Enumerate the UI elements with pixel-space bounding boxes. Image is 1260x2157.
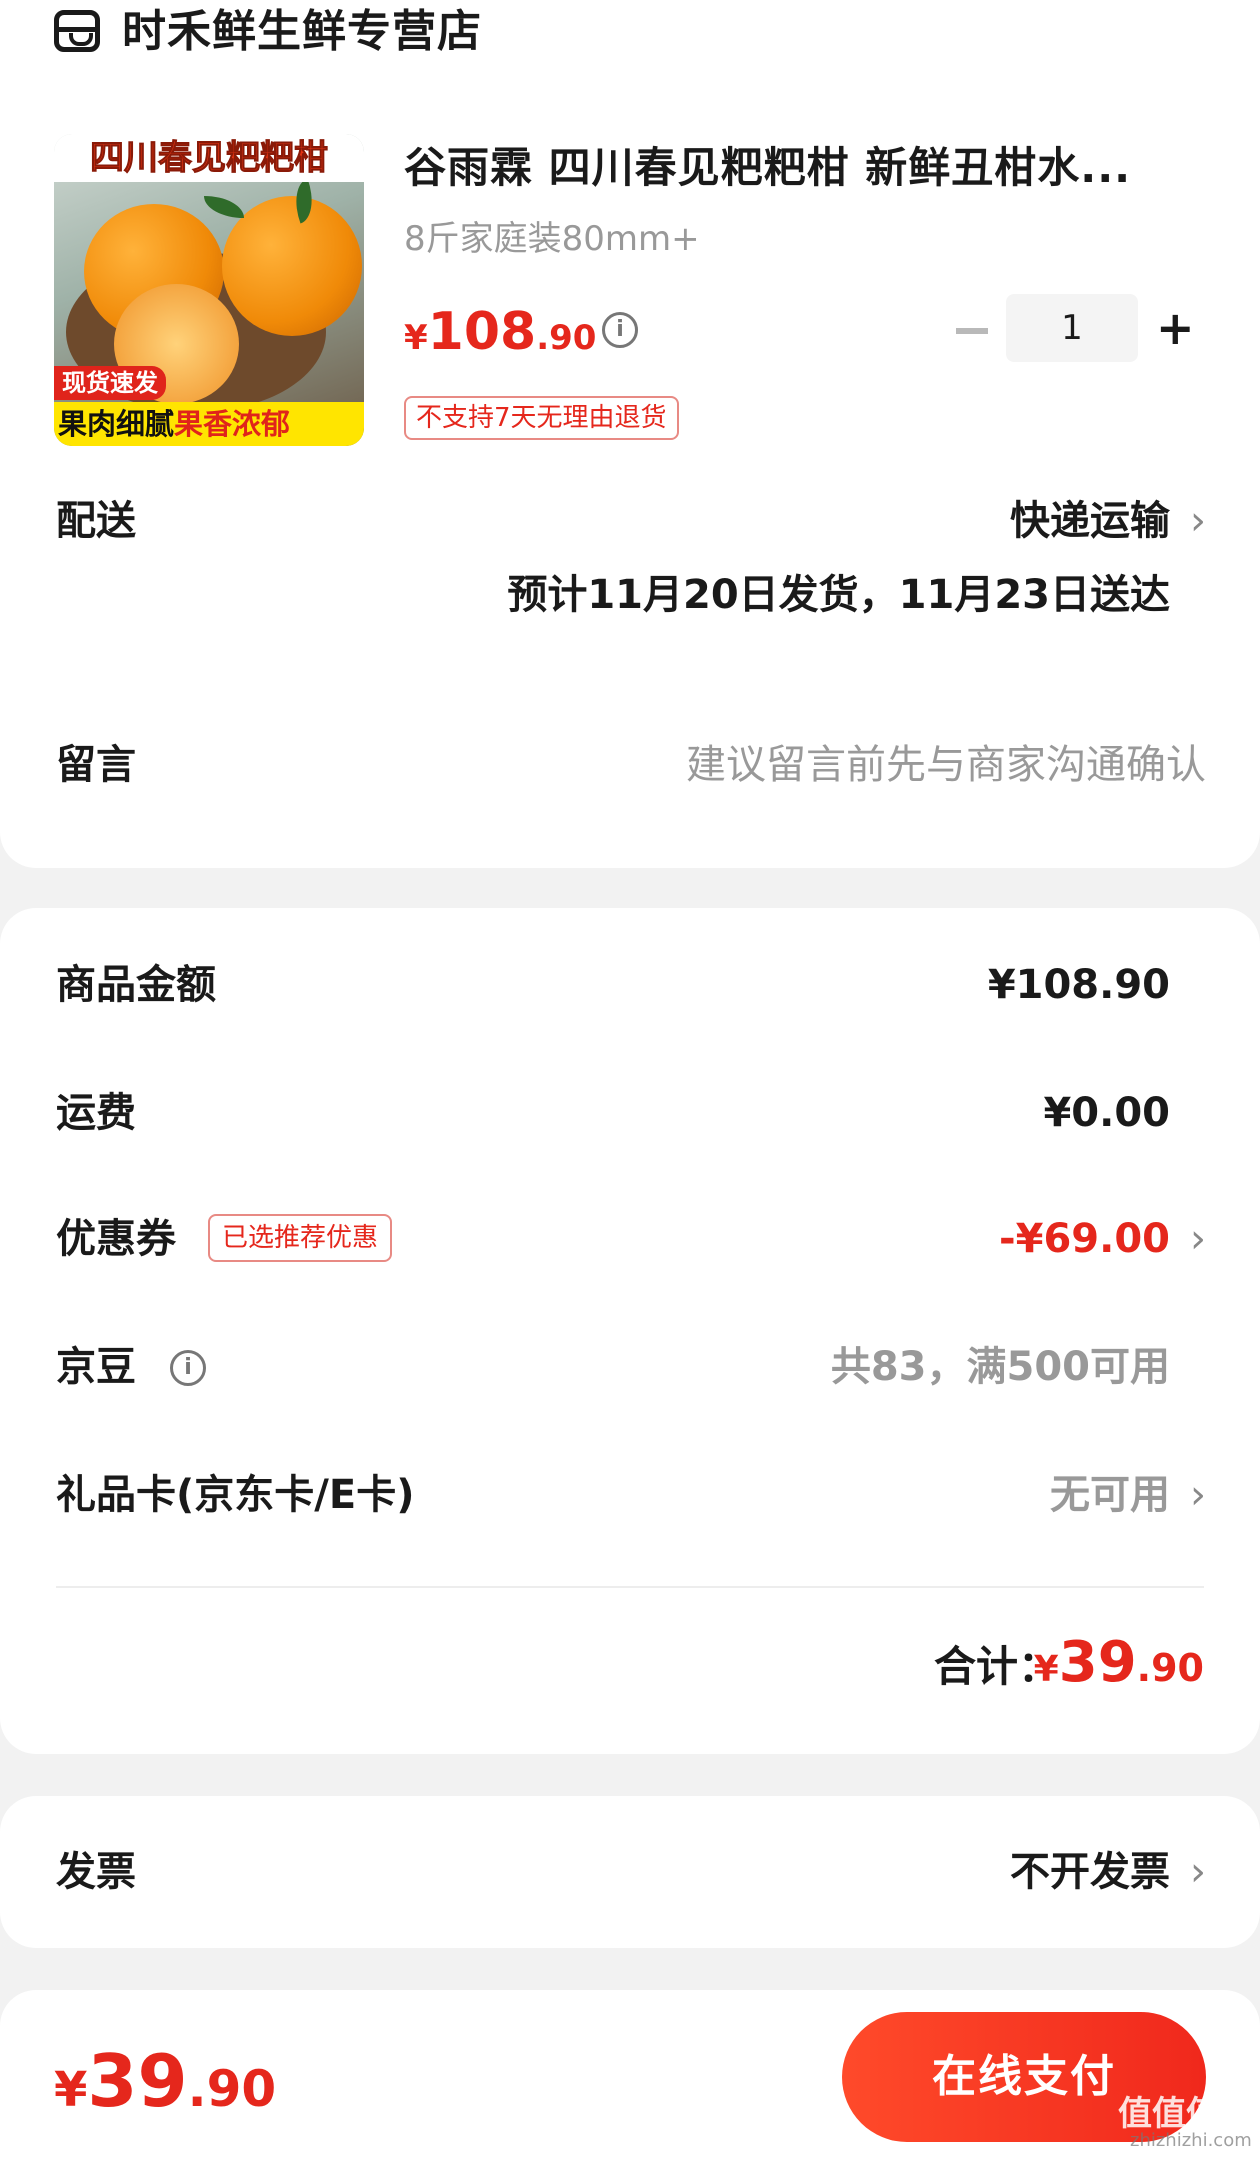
- store-order-card: 时禾鲜生鲜专营店 四川春见粑粑柑 现货速发 果肉细腻果香浓郁 谷雨霖 四川春见粑…: [0, 0, 1260, 868]
- invoice-label: 发票: [56, 1849, 136, 1895]
- total-decimal: .90: [1136, 1646, 1204, 1690]
- chevron-right-icon[interactable]: ›: [1190, 1466, 1206, 1524]
- total-amount: ¥39.90: [1034, 1628, 1204, 1711]
- coupon-value[interactable]: -¥69.00: [999, 1210, 1170, 1268]
- product-spec[interactable]: 8斤家庭装80mm+: [404, 216, 700, 262]
- coupon-label: 优惠券: [56, 1216, 176, 1262]
- giftcard-value[interactable]: 无可用: [1050, 1466, 1170, 1524]
- jd-bean-label: 京豆: [56, 1344, 136, 1390]
- currency-symbol: ¥: [1033, 1649, 1059, 1690]
- price-info-icon[interactable]: i: [602, 312, 638, 348]
- chevron-right-icon[interactable]: ›: [1190, 492, 1206, 550]
- chevron-right-icon[interactable]: ›: [1190, 1843, 1206, 1901]
- chevron-right-icon[interactable]: ›: [1190, 1210, 1206, 1268]
- message-label: 留言: [56, 742, 136, 788]
- watermark-url: zhizhizhi.com: [1130, 2130, 1252, 2151]
- product-image[interactable]: 四川春见粑粑柑 现货速发 果肉细腻果香浓郁: [54, 134, 364, 446]
- leaf-graphic: [204, 196, 244, 218]
- slogan-part-1: 果肉细腻: [58, 407, 175, 441]
- delivery-label: 配送: [56, 498, 136, 544]
- jd-bean-info-icon[interactable]: i: [170, 1350, 206, 1386]
- invoice-value[interactable]: 不开发票: [1010, 1843, 1170, 1901]
- store-name[interactable]: 时禾鲜生鲜专营店: [122, 2, 482, 62]
- goods-amount-value: ¥108.90: [987, 962, 1170, 1008]
- product-title[interactable]: 谷雨霖 四川春见粑粑柑 新鲜丑柑水...: [404, 138, 1184, 198]
- quantity-input[interactable]: 1: [1006, 294, 1138, 362]
- product-price: ¥108.90: [404, 296, 596, 380]
- shipping-label: 运费: [56, 1090, 136, 1136]
- minus-icon[interactable]: [956, 328, 988, 334]
- total-integer: 39: [1058, 1630, 1137, 1695]
- delivery-estimate: 预计11月20日发货，11月23日送达: [507, 572, 1170, 618]
- jd-bean-value: 共83，满500可用: [830, 1344, 1170, 1390]
- goods-amount-label: 商品金额: [56, 962, 216, 1008]
- watermark: 值值值: [1118, 2094, 1220, 2134]
- checkout-decimal: .90: [187, 2060, 277, 2118]
- checkout-integer: 39: [87, 2039, 188, 2123]
- divider: [56, 1586, 1204, 1588]
- plus-icon[interactable]: +: [1156, 298, 1195, 358]
- product-image-fast-tag: 现货速发: [54, 366, 166, 400]
- coupon-tag: 已选推荐优惠: [208, 1214, 393, 1262]
- currency-symbol: ¥: [54, 2062, 88, 2118]
- message-input[interactable]: 建议留言前先与商家沟通确认: [686, 736, 1206, 794]
- currency-symbol: ¥: [404, 318, 428, 358]
- price-decimal: .90: [536, 318, 597, 358]
- price-integer: 108: [427, 302, 537, 362]
- store-icon: [54, 10, 100, 52]
- shipping-value: ¥0.00: [1043, 1090, 1170, 1136]
- product-image-slogan: 果肉细腻果香浓郁: [54, 402, 364, 446]
- slogan-part-2: 果香浓郁: [174, 407, 291, 441]
- checkout-amount: ¥39.90: [54, 2036, 276, 2146]
- product-image-title: 四川春见粑粑柑: [54, 134, 364, 182]
- return-policy-tag: 不支持7天无理由退货: [404, 396, 679, 440]
- delivery-method[interactable]: 快递运输: [1010, 492, 1170, 550]
- giftcard-label: 礼品卡(京东卡/E卡): [56, 1472, 415, 1518]
